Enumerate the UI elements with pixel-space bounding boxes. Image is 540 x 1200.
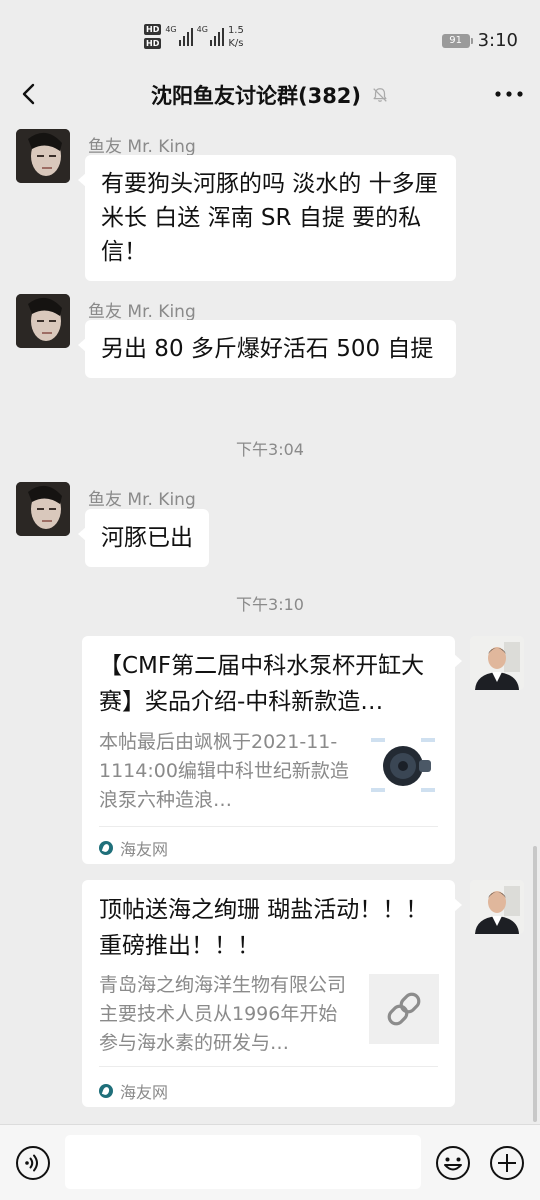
sender-name: 鱼友 Mr. King — [88, 490, 196, 510]
plus-icon — [490, 1146, 524, 1180]
title-wrap: 沈阳鱼友讨论群(382) — [0, 80, 540, 110]
scrollbar[interactable] — [533, 846, 537, 1122]
status-right: 91 3:10 — [441, 30, 518, 51]
card-title: 【CMF第二届中科水泵杯开缸大赛】奖品介绍-中科新款造… — [99, 653, 425, 715]
sender-name: 鱼友 Mr. King — [88, 137, 196, 157]
network-speed: 1.5 K/s — [228, 24, 244, 50]
user-avatar-icon — [16, 129, 70, 183]
signal-icon: 4G — [165, 24, 193, 46]
battery-icon: 91 — [441, 33, 473, 48]
avatar[interactable] — [16, 482, 70, 536]
speed-unit: K/s — [228, 38, 244, 49]
message-bubble[interactable]: 河豚已出 — [78, 509, 209, 567]
card-divider — [99, 826, 438, 827]
more-options-button[interactable] — [492, 78, 526, 110]
status-bar: HD HD 4G 4G 1.5 K/s 91 3:10 — [0, 0, 540, 66]
avatar[interactable] — [16, 294, 70, 348]
sender-name: 鱼友 Mr. King — [88, 302, 196, 322]
input-bar — [0, 1124, 540, 1200]
link-icon — [369, 974, 439, 1044]
signal-icon: 4G — [197, 24, 224, 46]
card-thumbnail — [369, 732, 439, 802]
hd-indicators: HD HD — [144, 24, 162, 49]
source-logo-icon — [99, 841, 113, 855]
mute-bell-icon — [373, 88, 387, 102]
voice-icon — [16, 1146, 50, 1180]
more-functions-button[interactable] — [489, 1145, 525, 1181]
avatar[interactable] — [470, 636, 524, 690]
self-avatar-icon — [470, 880, 524, 934]
user-avatar-icon — [16, 482, 70, 536]
status-left: HD HD 4G 4G 1.5 K/s — [144, 24, 244, 50]
network-label: 4G — [196, 25, 208, 34]
card-source: 海友网 — [99, 1079, 168, 1103]
pump-thumbnail-icon — [369, 732, 439, 802]
more-dots-icon — [495, 91, 523, 97]
message-bubble[interactable]: 另出 80 多斤爆好活石 500 自提 — [78, 320, 456, 378]
card-source-label: 海友网 — [120, 1083, 169, 1102]
card-divider — [99, 1066, 438, 1067]
speed-value: 1.5 — [227, 25, 244, 36]
card-source-label: 海友网 — [120, 840, 169, 859]
network-label: 4G — [165, 25, 177, 34]
chat-header: 沈阳鱼友讨论群(382) — [0, 66, 540, 122]
self-avatar-icon — [470, 636, 524, 690]
link-card[interactable]: 【CMF第二届中科水泵杯开缸大赛】奖品介绍-中科新款造… 本帖最后由飒枫于202… — [82, 636, 462, 864]
link-card[interactable]: 顶帖送海之绚珊 瑚盐活动！！！ 重磅推出！！！ 青岛海之绚海洋生物有限公司主要技… — [82, 880, 462, 1107]
voice-button[interactable] — [15, 1145, 51, 1181]
time-divider: 下午3:04 — [236, 440, 304, 459]
card-description: 本帖最后由飒枫于2021-11-1114:00编辑中科世纪新款造浪泵六种造浪… — [99, 731, 349, 811]
avatar[interactable] — [470, 880, 524, 934]
avatar[interactable] — [16, 129, 70, 183]
card-title: 顶帖送海之绚珊 瑚盐活动！！！ 重磅推出！！！ — [99, 897, 429, 959]
status-time: 3:10 — [477, 30, 518, 51]
card-description: 青岛海之绚海洋生物有限公司主要技术人员从1996年开始参与海水素的研发与… — [99, 974, 347, 1054]
hd-badge: HD — [144, 38, 162, 49]
page-title: 沈阳鱼友讨论群(382) — [150, 84, 362, 108]
emoji-button[interactable] — [435, 1145, 471, 1181]
user-avatar-icon — [16, 294, 70, 348]
emoji-icon — [436, 1146, 470, 1180]
message-input[interactable] — [65, 1135, 421, 1189]
card-thumbnail — [369, 974, 439, 1044]
card-source: 海友网 — [99, 836, 168, 860]
hd-badge: HD — [144, 24, 162, 35]
time-divider: 下午3:10 — [236, 595, 304, 614]
message-bubble[interactable]: 有要狗头河豚的吗 淡水的 十多厘米长 白送 浑南 SR 自提 要的私信！ — [78, 155, 456, 281]
source-logo-icon — [99, 1084, 113, 1098]
